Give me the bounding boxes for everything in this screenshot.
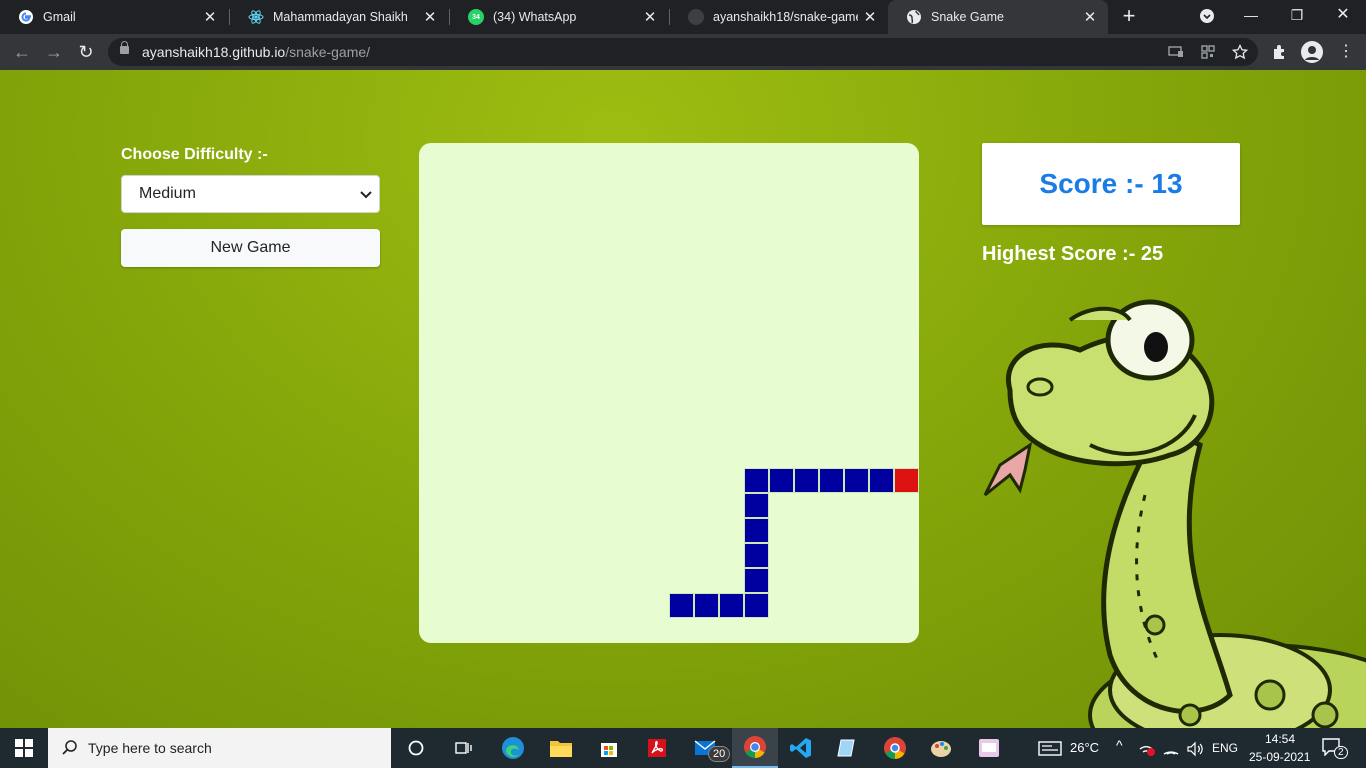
paint-icon[interactable] [918, 728, 964, 768]
weather-icon[interactable] [1038, 739, 1062, 762]
highest-score-display: Highest Score :- 25 [982, 243, 1164, 265]
snake-segment [744, 568, 769, 593]
taskbar-search-box[interactable]: Type here to search [48, 728, 391, 768]
close-tab-icon[interactable]: ✕ [418, 8, 442, 26]
browser-toolbar: ← → ↻ ayanshaikh18.github.io/snake-game/… [0, 34, 1366, 70]
globe-icon [906, 9, 922, 25]
game-board [419, 143, 919, 643]
whatsapp-icon: 34 [468, 9, 484, 25]
windows-taskbar: Type here to search 20 26°C ^ ENG 14:54 … [0, 728, 1366, 768]
qr-code-icon[interactable] [1200, 44, 1216, 60]
address-bar[interactable]: ayanshaikh18.github.io/snake-game/ [108, 38, 1258, 66]
forward-button[interactable]: → [41, 39, 67, 65]
start-button[interactable] [0, 728, 48, 768]
difficulty-label: Choose Difficulty :- [121, 146, 268, 163]
snake-segment [744, 468, 769, 493]
extensions-icon[interactable] [1270, 42, 1290, 62]
tab-whatsapp[interactable]: 34 (34) WhatsApp ✕ [450, 0, 668, 34]
cortana-icon[interactable] [393, 728, 439, 768]
reload-button[interactable]: ↻ [73, 39, 99, 65]
chrome-taskbar-icon[interactable] [732, 728, 778, 768]
language-indicator[interactable]: ENG [1212, 741, 1238, 755]
microsoft-store-icon[interactable] [586, 728, 632, 768]
close-tab-icon[interactable]: ✕ [858, 8, 882, 26]
snake-mascot-illustration [983, 299, 1366, 728]
tab-strip: Gmail ✕ Mahammadayan Shaikh ✕ 34 (34) Wh… [0, 0, 1366, 34]
mail-badge: 20 [708, 746, 731, 762]
snake-segment [719, 593, 744, 618]
back-button[interactable]: ← [9, 39, 35, 65]
volume-icon[interactable] [1186, 741, 1204, 757]
snake-segment [794, 468, 819, 493]
lock-icon [120, 41, 129, 54]
close-window-button[interactable]: ✕ [1320, 0, 1366, 34]
close-tab-icon[interactable]: ✕ [1078, 8, 1102, 26]
mail-icon[interactable]: 20 [684, 728, 731, 768]
tab-search-button[interactable] [1184, 0, 1230, 34]
difficulty-select[interactable]: Medium [121, 175, 380, 213]
clock-time[interactable]: 14:54 [1265, 732, 1295, 746]
food-cell [894, 468, 919, 493]
chevron-up-icon[interactable]: ^ [1116, 737, 1123, 753]
url-text: ayanshaikh18.github.io/snake-game/ [142, 44, 371, 60]
notepad-app-icon[interactable] [824, 728, 870, 768]
vscode-icon[interactable] [778, 728, 824, 768]
snake-segment [744, 493, 769, 518]
snake-segment [869, 468, 894, 493]
score-display: Score :- 13 [982, 143, 1240, 225]
new-game-button[interactable]: New Game [121, 229, 380, 267]
bookmark-star-icon[interactable] [1232, 44, 1248, 60]
cast-icon[interactable] [1168, 44, 1184, 60]
snake-segment [744, 593, 769, 618]
minimize-button[interactable]: — [1228, 0, 1274, 34]
network-error-icon[interactable] [1138, 741, 1156, 757]
tab-profile[interactable]: Mahammadayan Shaikh ✕ [230, 0, 448, 34]
snake-segment [844, 468, 869, 493]
snake-segment [819, 468, 844, 493]
new-tab-button[interactable]: + [1117, 4, 1141, 28]
file-explorer-icon[interactable] [538, 728, 584, 768]
search-icon [62, 740, 77, 755]
notification-center-icon[interactable]: 2 [1322, 738, 1348, 759]
chrome-profile-icon[interactable] [872, 728, 918, 768]
acrobat-icon[interactable] [634, 728, 680, 768]
game-page: Choose Difficulty :- Medium New Game Sco… [0, 70, 1366, 728]
tab-snake-game[interactable]: Snake Game ✕ [888, 0, 1108, 34]
edge-icon[interactable] [490, 728, 536, 768]
google-g-icon [18, 9, 34, 25]
avatar[interactable] [1301, 41, 1323, 63]
windows-logo-icon [15, 739, 33, 757]
notification-count: 2 [1334, 746, 1348, 759]
wifi-icon[interactable] [1162, 741, 1180, 757]
weather-temp[interactable]: 26°C [1070, 740, 1099, 755]
menu-icon[interactable]: ⋮ [1333, 39, 1359, 65]
tab-gmail[interactable]: Gmail ✕ [0, 0, 228, 34]
close-tab-icon[interactable]: ✕ [638, 8, 662, 26]
snipping-tool-icon[interactable] [966, 728, 1012, 768]
task-view-icon[interactable] [440, 728, 486, 768]
snake-segment [694, 593, 719, 618]
github-icon [688, 9, 704, 25]
tab-github[interactable]: ayanshaikh18/snake-game: S ✕ [670, 0, 888, 34]
restore-button[interactable]: ❐ [1274, 0, 1320, 34]
close-tab-icon[interactable]: ✕ [198, 8, 222, 26]
snake-segment [669, 593, 694, 618]
snake-segment [769, 468, 794, 493]
clock-date[interactable]: 25-09-2021 [1249, 750, 1310, 764]
snake-segment [744, 543, 769, 568]
chevron-down-icon [360, 191, 372, 199]
snake-segment [744, 518, 769, 543]
react-icon [248, 9, 264, 25]
